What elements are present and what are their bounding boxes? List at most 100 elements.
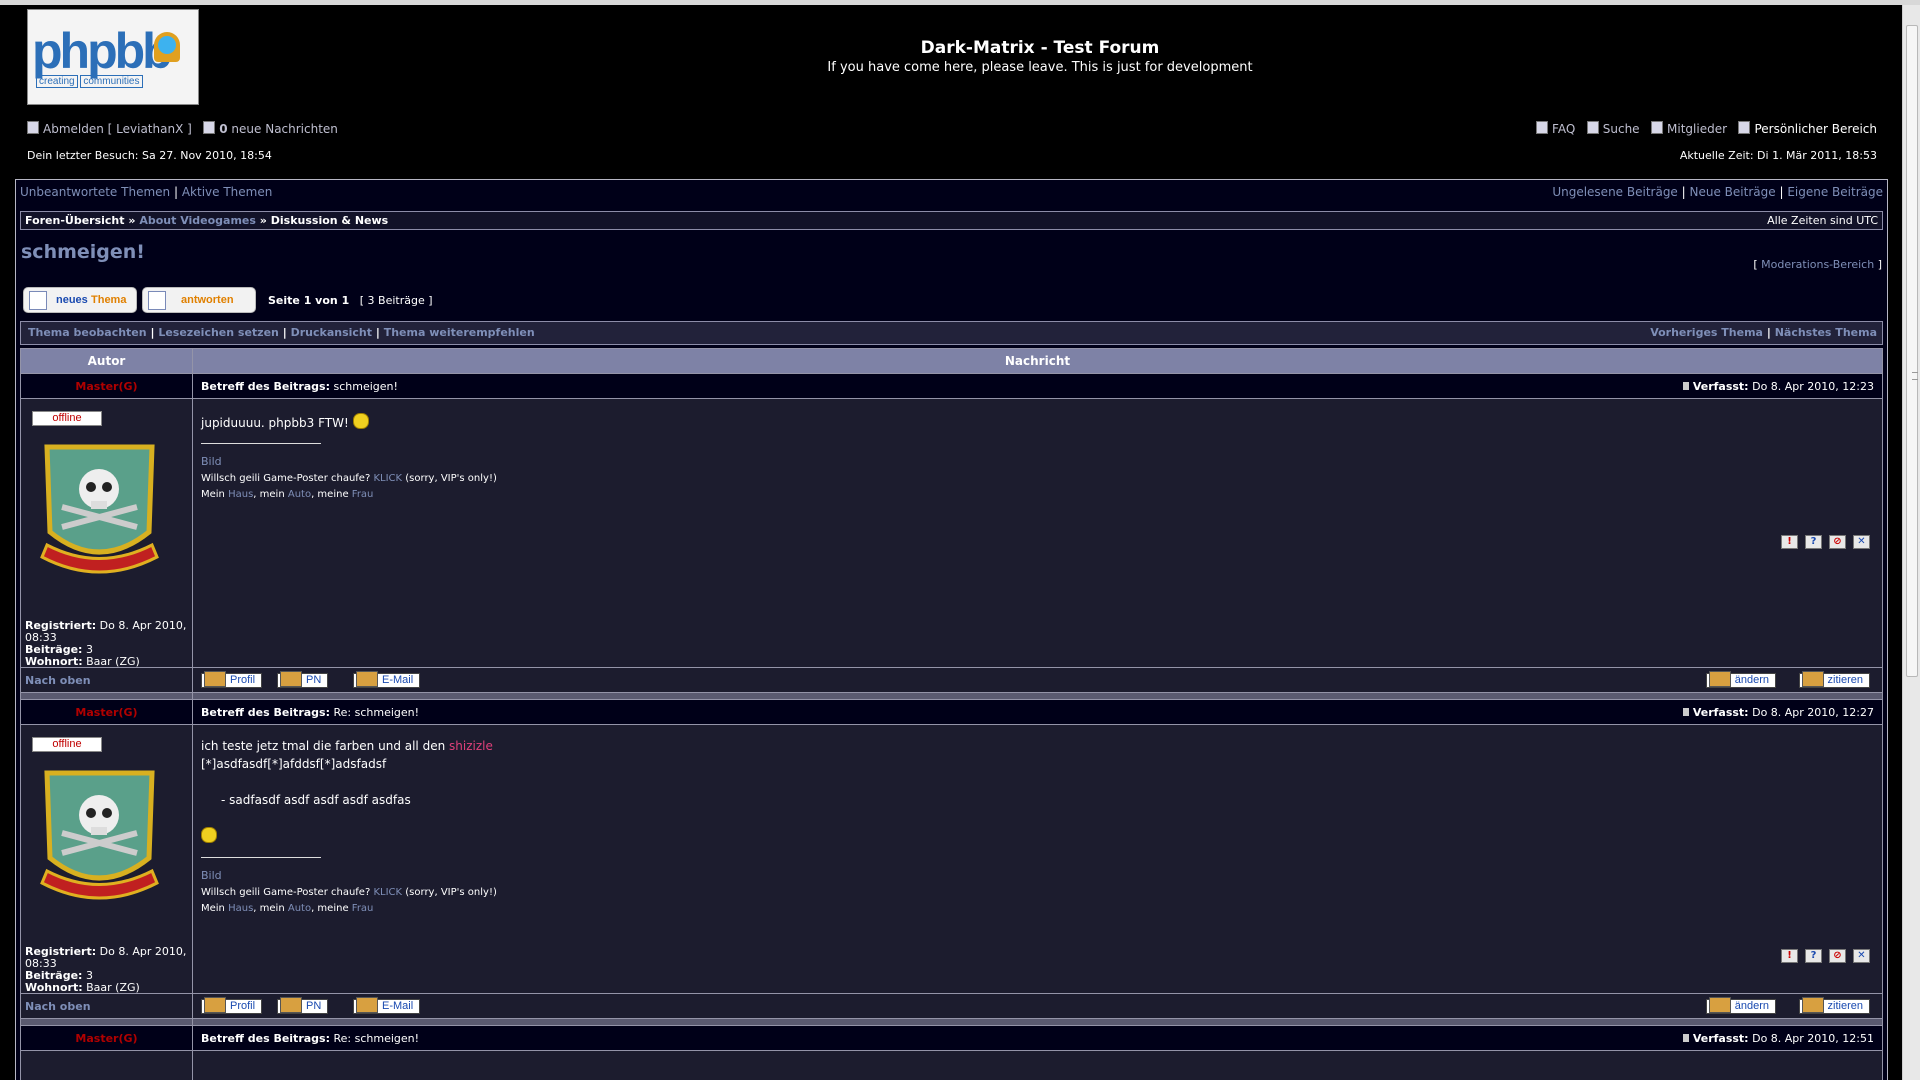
edit-button[interactable]: ändern	[1705, 671, 1776, 688]
breadcrumb-category[interactable]: About Videogames	[139, 214, 256, 227]
offline-badge: offline	[32, 737, 102, 752]
frau-link[interactable]: Frau	[352, 903, 374, 914]
vertical-scrollbar[interactable]	[1902, 5, 1920, 1080]
post-author[interactable]: Master(G)	[20, 373, 193, 399]
post-text: jupiduuuu. phpbb3 FTW!	[201, 413, 369, 430]
post-date: Do 8. Apr 2010, 12:27	[1752, 706, 1874, 719]
quote-icon	[1801, 997, 1824, 1013]
signature-image-link[interactable]: Bild	[201, 869, 222, 882]
haus-link[interactable]: Haus	[228, 489, 253, 500]
new-topic-button[interactable]: neues Thema	[23, 287, 137, 313]
quote-button[interactable]: zitieren	[1798, 671, 1870, 688]
smiley-icon	[201, 827, 217, 843]
post-author[interactable]: Master(G)	[20, 1025, 193, 1051]
email-button[interactable]: E-Mail	[353, 997, 421, 1014]
recommend-link[interactable]: Thema weiterempfehlen	[384, 326, 535, 339]
logout-icon	[27, 121, 39, 134]
auto-link[interactable]: Auto	[288, 489, 311, 500]
reply-button[interactable]: antworten	[142, 287, 256, 313]
klick-link[interactable]: KLICK	[373, 473, 402, 484]
moderation-area: [ Moderations-Bereich ]	[1753, 258, 1882, 271]
report-icon[interactable]: !	[1781, 535, 1798, 549]
new-posts-link[interactable]: Neue Beiträge	[1690, 185, 1776, 199]
watch-topic-link[interactable]: Thema beobachten	[28, 326, 147, 339]
highlight-text: shizizle	[449, 739, 493, 753]
post-content: offline Registriert: Do 8. Apr 2010, 08:…	[20, 398, 1883, 668]
search-link[interactable]: Suche	[1603, 122, 1640, 136]
personal-icon	[1738, 121, 1751, 134]
profile-icon	[204, 671, 226, 687]
post-tools: !? ⊘ ✕	[1774, 533, 1870, 549]
delete-icon[interactable]: ✕	[1853, 949, 1870, 963]
unread-link[interactable]: Ungelesene Beiträge	[1552, 185, 1677, 199]
own-posts-link[interactable]: Eigene Beiträge	[1787, 185, 1883, 199]
info-icon[interactable]: ?	[1805, 535, 1822, 549]
user-nav-left: Abmelden [ LeviathanX ] 0 neue Nachricht…	[27, 121, 338, 136]
post-text: ich teste jetz tmal die farben und all d…	[201, 737, 493, 846]
signature: Bild Willsch geili Game-Poster chaufe? K…	[201, 443, 497, 503]
warn-icon[interactable]: ⊘	[1829, 949, 1846, 963]
signature: Bild Willsch geili Game-Poster chaufe? K…	[201, 857, 497, 917]
quick-links: Unbeantwortete Themen | Aktive Themen Un…	[20, 185, 1883, 199]
smiley-icon	[352, 413, 369, 429]
delete-icon[interactable]: ✕	[1853, 535, 1870, 549]
members-icon	[1651, 121, 1664, 134]
auto-link[interactable]: Auto	[288, 903, 311, 914]
personal-link[interactable]: Persönlicher Bereich	[1754, 122, 1877, 136]
topic-title[interactable]: schmeigen!	[21, 241, 145, 263]
klick-link[interactable]: KLICK	[373, 887, 402, 898]
edit-button[interactable]: ändern	[1705, 997, 1776, 1014]
quote-button[interactable]: zitieren	[1798, 997, 1870, 1014]
topic-actions: Thema beobachten | Lesezeichen setzen | …	[20, 321, 1883, 345]
user-avatar	[40, 444, 159, 574]
info-icon[interactable]: ?	[1805, 949, 1822, 963]
haus-link[interactable]: Haus	[228, 903, 253, 914]
unanswered-link[interactable]: Unbeantwortete Themen	[20, 185, 170, 199]
warn-icon[interactable]: ⊘	[1829, 535, 1846, 549]
messages-icon	[203, 121, 216, 134]
messages-count[interactable]: 0	[219, 122, 227, 136]
site-title: Dark-Matrix - Test Forum	[920, 38, 1160, 58]
print-link[interactable]: Druckansicht	[291, 326, 372, 339]
breadcrumb-index[interactable]: Foren-Übersicht	[25, 214, 125, 227]
prev-topic-link[interactable]: Vorheriges Thema	[1650, 326, 1763, 339]
members-link[interactable]: Mitglieder	[1667, 122, 1727, 136]
pm-button[interactable]: PN	[277, 671, 329, 688]
active-link[interactable]: Aktive Themen	[182, 185, 273, 199]
signature-image-link[interactable]: Bild	[201, 455, 222, 468]
faq-link[interactable]: FAQ	[1552, 122, 1575, 136]
search-icon	[1586, 121, 1599, 134]
next-topic-link[interactable]: Nächstes Thema	[1775, 326, 1877, 339]
pm-button[interactable]: PN	[277, 997, 329, 1014]
moderation-link[interactable]: Moderations-Bereich	[1761, 258, 1874, 271]
current-time: Aktuelle Zeit: Di 1. Mär 2011, 18:53	[1679, 149, 1877, 162]
post-tools: !? ⊘ ✕	[1774, 947, 1870, 963]
frau-link[interactable]: Frau	[352, 489, 374, 500]
bookmark-link[interactable]: Lesezeichen setzen	[158, 326, 279, 339]
author-profile: Registriert: Do 8. Apr 2010, 08:33 Beitr…	[25, 619, 187, 668]
logout-link[interactable]: Abmelden [ LeviathanX ]	[43, 122, 192, 136]
back-to-top-link[interactable]: Nach oben	[25, 674, 91, 687]
site-description: If you have come here, please leave. Thi…	[827, 60, 1253, 75]
report-icon[interactable]: !	[1781, 949, 1798, 963]
post-author[interactable]: Master(G)	[20, 699, 193, 725]
profile-button[interactable]: Profil	[201, 671, 263, 688]
author-profile: Registriert: Do 8. Apr 2010, 08:33 Beitr…	[25, 945, 187, 994]
post-header: Master(G) Betreff des Beitrags: Re: schm…	[20, 1025, 1883, 1051]
messages-link[interactable]: neue Nachrichten	[231, 122, 338, 136]
breadcrumb-forum[interactable]: Diskussion & News	[271, 214, 388, 227]
email-icon	[356, 997, 378, 1013]
scrollbar-thumb[interactable]	[1906, 25, 1918, 677]
quote-icon	[1801, 671, 1824, 687]
new-topic-icon	[29, 291, 47, 310]
profile-button[interactable]: Profil	[201, 997, 263, 1014]
site-logo[interactable]: phpbb creating communities	[27, 9, 199, 105]
post-content: offline Registriert: Do 8. Apr 2010, 08:…	[20, 724, 1883, 994]
profile-icon	[204, 997, 226, 1013]
email-icon	[356, 671, 378, 687]
post-date: Do 8. Apr 2010, 12:51	[1752, 1032, 1874, 1045]
email-button[interactable]: E-Mail	[353, 671, 421, 688]
pm-icon	[280, 997, 302, 1013]
post-date: Do 8. Apr 2010, 12:23	[1752, 380, 1874, 393]
back-to-top-link[interactable]: Nach oben	[25, 1000, 91, 1013]
